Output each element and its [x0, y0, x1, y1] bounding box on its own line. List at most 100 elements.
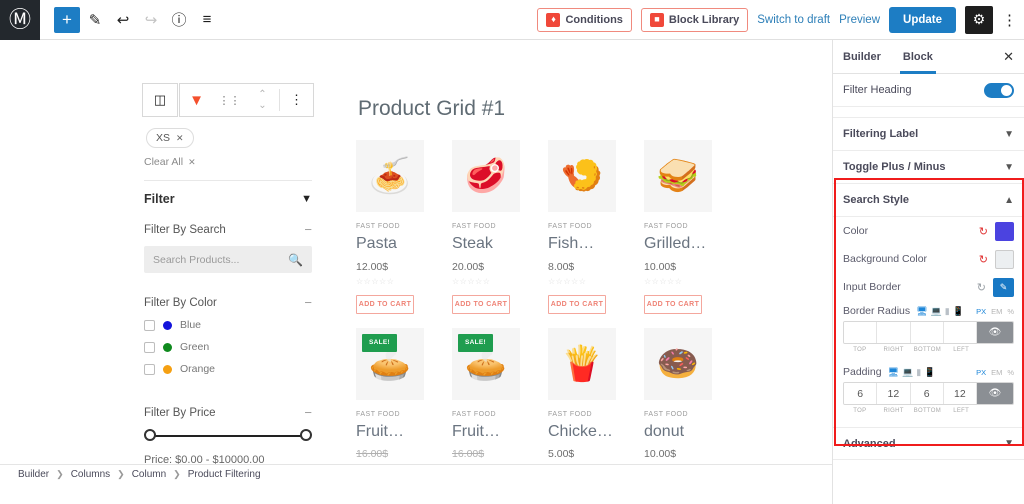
minus-icon[interactable]: − [304, 295, 312, 310]
block-library-button[interactable]: ■ Block Library [640, 7, 749, 32]
product-card[interactable]: 🥪 FAST FOOD Grilled… 10.00$ ☆☆☆☆☆ ADD TO… [644, 140, 712, 314]
clear-all-button[interactable]: Clear All ✕ [144, 156, 196, 168]
tablet-icon[interactable]: ▮ [945, 306, 950, 317]
checkbox[interactable] [144, 319, 155, 331]
border-radius-right-input[interactable] [877, 322, 911, 343]
background-color-swatch-button[interactable] [995, 249, 1014, 269]
border-radius-left-input[interactable] [943, 322, 977, 343]
move-up-down-icon[interactable]: ⌃ ⌄ [246, 84, 279, 116]
product-name[interactable]: Chicke… [548, 423, 616, 441]
wordpress-logo-icon[interactable]: Ⓜ [0, 0, 40, 40]
filter-heading-row[interactable]: Filter Heading [833, 74, 1024, 107]
product-image[interactable]: 🍤 [548, 140, 616, 212]
add-to-cart-button[interactable]: ADD TO CART [548, 294, 606, 314]
add-to-cart-button[interactable]: ADD TO CART [644, 294, 702, 314]
tab-builder[interactable]: Builder [843, 40, 881, 73]
search-icon[interactable]: 🔍 [288, 253, 303, 267]
laptop-icon[interactable]: 💻 [931, 306, 942, 317]
search-input[interactable]: Search Products... 🔍 [144, 246, 312, 273]
chevron-down-icon[interactable]: ▼ [1004, 438, 1014, 449]
info-circle-icon[interactable]: ⓘ [166, 7, 192, 33]
columns-block-button[interactable]: ◫ [142, 83, 178, 117]
desktop-icon[interactable]: 🖥 [916, 306, 927, 317]
color-option-green[interactable]: Green [144, 341, 312, 353]
color-swatch-button[interactable] [995, 221, 1014, 241]
close-icon[interactable]: ✕ [176, 133, 184, 144]
conditions-button[interactable]: ♦ Conditions [537, 7, 632, 32]
border-radius-top-input[interactable] [844, 322, 878, 343]
tab-block[interactable]: Block [899, 40, 936, 74]
border-radius-bottom-input[interactable] [910, 322, 944, 343]
undo-button[interactable]: ↩ [110, 7, 136, 33]
add-to-cart-button[interactable]: ADD TO CART [356, 294, 414, 314]
switch-to-draft-link[interactable]: Switch to draft [757, 14, 830, 26]
update-button[interactable]: Update [889, 6, 956, 33]
padding-bottom-input[interactable]: 6 [910, 383, 944, 404]
list-view-button[interactable]: ≡ [194, 7, 220, 33]
unit-percent[interactable]: % [1007, 307, 1014, 316]
padding-left-input[interactable]: 12 [943, 383, 977, 404]
padding-top-input[interactable]: 6 [844, 383, 878, 404]
funnel-icon[interactable]: ▼ [180, 84, 213, 116]
pencil-icon[interactable]: ✎ [993, 277, 1014, 297]
preview-link[interactable]: Preview [839, 14, 880, 26]
add-to-cart-button[interactable]: ADD TO CART [452, 294, 510, 314]
unit-px[interactable]: PX [976, 368, 986, 377]
filter-by-search-header[interactable]: Filter By Search − [144, 222, 312, 237]
chevron-up-icon[interactable]: ▲ [1004, 195, 1014, 206]
redo-button[interactable]: ↪ [138, 7, 164, 33]
desktop-icon[interactable]: 🖥 [888, 367, 899, 378]
slider-handle-min[interactable] [144, 429, 156, 441]
unit-em[interactable]: EM [991, 368, 1002, 377]
section-toggle-plus-minus[interactable]: Toggle Plus / Minus ▼ [833, 151, 1024, 184]
chevron-down-icon[interactable]: ▼ [1004, 162, 1014, 173]
product-card[interactable]: 🍤 FAST FOOD Fish… 8.00$ ☆☆☆☆☆ ADD TO CAR… [548, 140, 616, 314]
filter-by-price-header[interactable]: Filter By Price − [144, 405, 312, 420]
tablet-icon[interactable]: ▮ [916, 367, 921, 378]
unit-em[interactable]: EM [991, 307, 1002, 316]
unit-px[interactable]: PX [976, 307, 986, 316]
product-image[interactable]: 🍝 [356, 140, 424, 212]
product-name[interactable]: Grilled… [644, 235, 712, 253]
product-card[interactable]: 🍟 FAST FOOD Chicke… 5.00$ ☆☆☆☆☆ [548, 327, 616, 483]
price-range-slider[interactable] [144, 429, 312, 443]
gear-icon[interactable]: ⚙ [965, 5, 993, 34]
breadcrumb-item-column[interactable]: Column [132, 469, 166, 480]
chevron-down-icon[interactable]: ▼ [1004, 129, 1014, 140]
product-card[interactable]: SALE! 🥧 FAST FOOD Fruit… 16.00$ 14.00$ [356, 327, 424, 483]
breadcrumb-item-builder[interactable]: Builder [18, 469, 49, 480]
edit-tool-button[interactable]: ✎ [82, 7, 108, 33]
checkbox[interactable] [144, 363, 155, 375]
minus-icon[interactable]: − [304, 222, 312, 237]
active-filter-chip[interactable]: XS ✕ [146, 128, 194, 148]
unit-percent[interactable]: % [1007, 368, 1014, 377]
product-name[interactable]: Fish… [548, 235, 616, 253]
product-name[interactable]: Fruit… [356, 423, 424, 441]
product-image[interactable]: 🥪 [644, 140, 712, 212]
mobile-icon[interactable]: 📱 [924, 367, 935, 378]
breadcrumb-item-product-filtering[interactable]: Product Filtering [188, 469, 261, 480]
minus-icon[interactable]: − [304, 405, 312, 420]
padding-right-input[interactable]: 12 [877, 383, 911, 404]
product-image[interactable]: SALE! 🥧 [356, 327, 424, 400]
reset-icon[interactable]: ↻ [977, 281, 986, 294]
eye-icon[interactable]: 👁 [977, 322, 1013, 343]
color-option-orange[interactable]: Orange [144, 363, 312, 375]
drag-handle-icon[interactable]: ⋮⋮ [213, 84, 246, 116]
block-options-icon[interactable]: ⋮ [280, 84, 313, 116]
filter-heading-toggle[interactable] [984, 82, 1014, 98]
section-filtering-label[interactable]: Filtering Label ▼ [833, 118, 1024, 151]
slider-handle-max[interactable] [300, 429, 312, 441]
laptop-icon[interactable]: 💻 [902, 367, 913, 378]
checkbox[interactable] [144, 341, 155, 353]
product-image[interactable]: 🍟 [548, 327, 616, 400]
product-image[interactable]: 🥩 [452, 140, 520, 212]
close-icon[interactable]: ✕ [1003, 49, 1014, 65]
eye-icon[interactable]: 👁 [977, 383, 1013, 404]
product-card[interactable]: 🍝 FAST FOOD Pasta 12.00$ ☆☆☆☆☆ ADD TO CA… [356, 140, 424, 314]
filter-by-color-header[interactable]: Filter By Color − [144, 295, 312, 310]
product-image[interactable]: 🍩 [644, 327, 712, 400]
mobile-icon[interactable]: 📱 [953, 306, 964, 317]
section-search-style[interactable]: Search Style ▲ [833, 184, 1024, 217]
ellipsis-vertical-icon[interactable]: ⋮ [1002, 11, 1017, 29]
